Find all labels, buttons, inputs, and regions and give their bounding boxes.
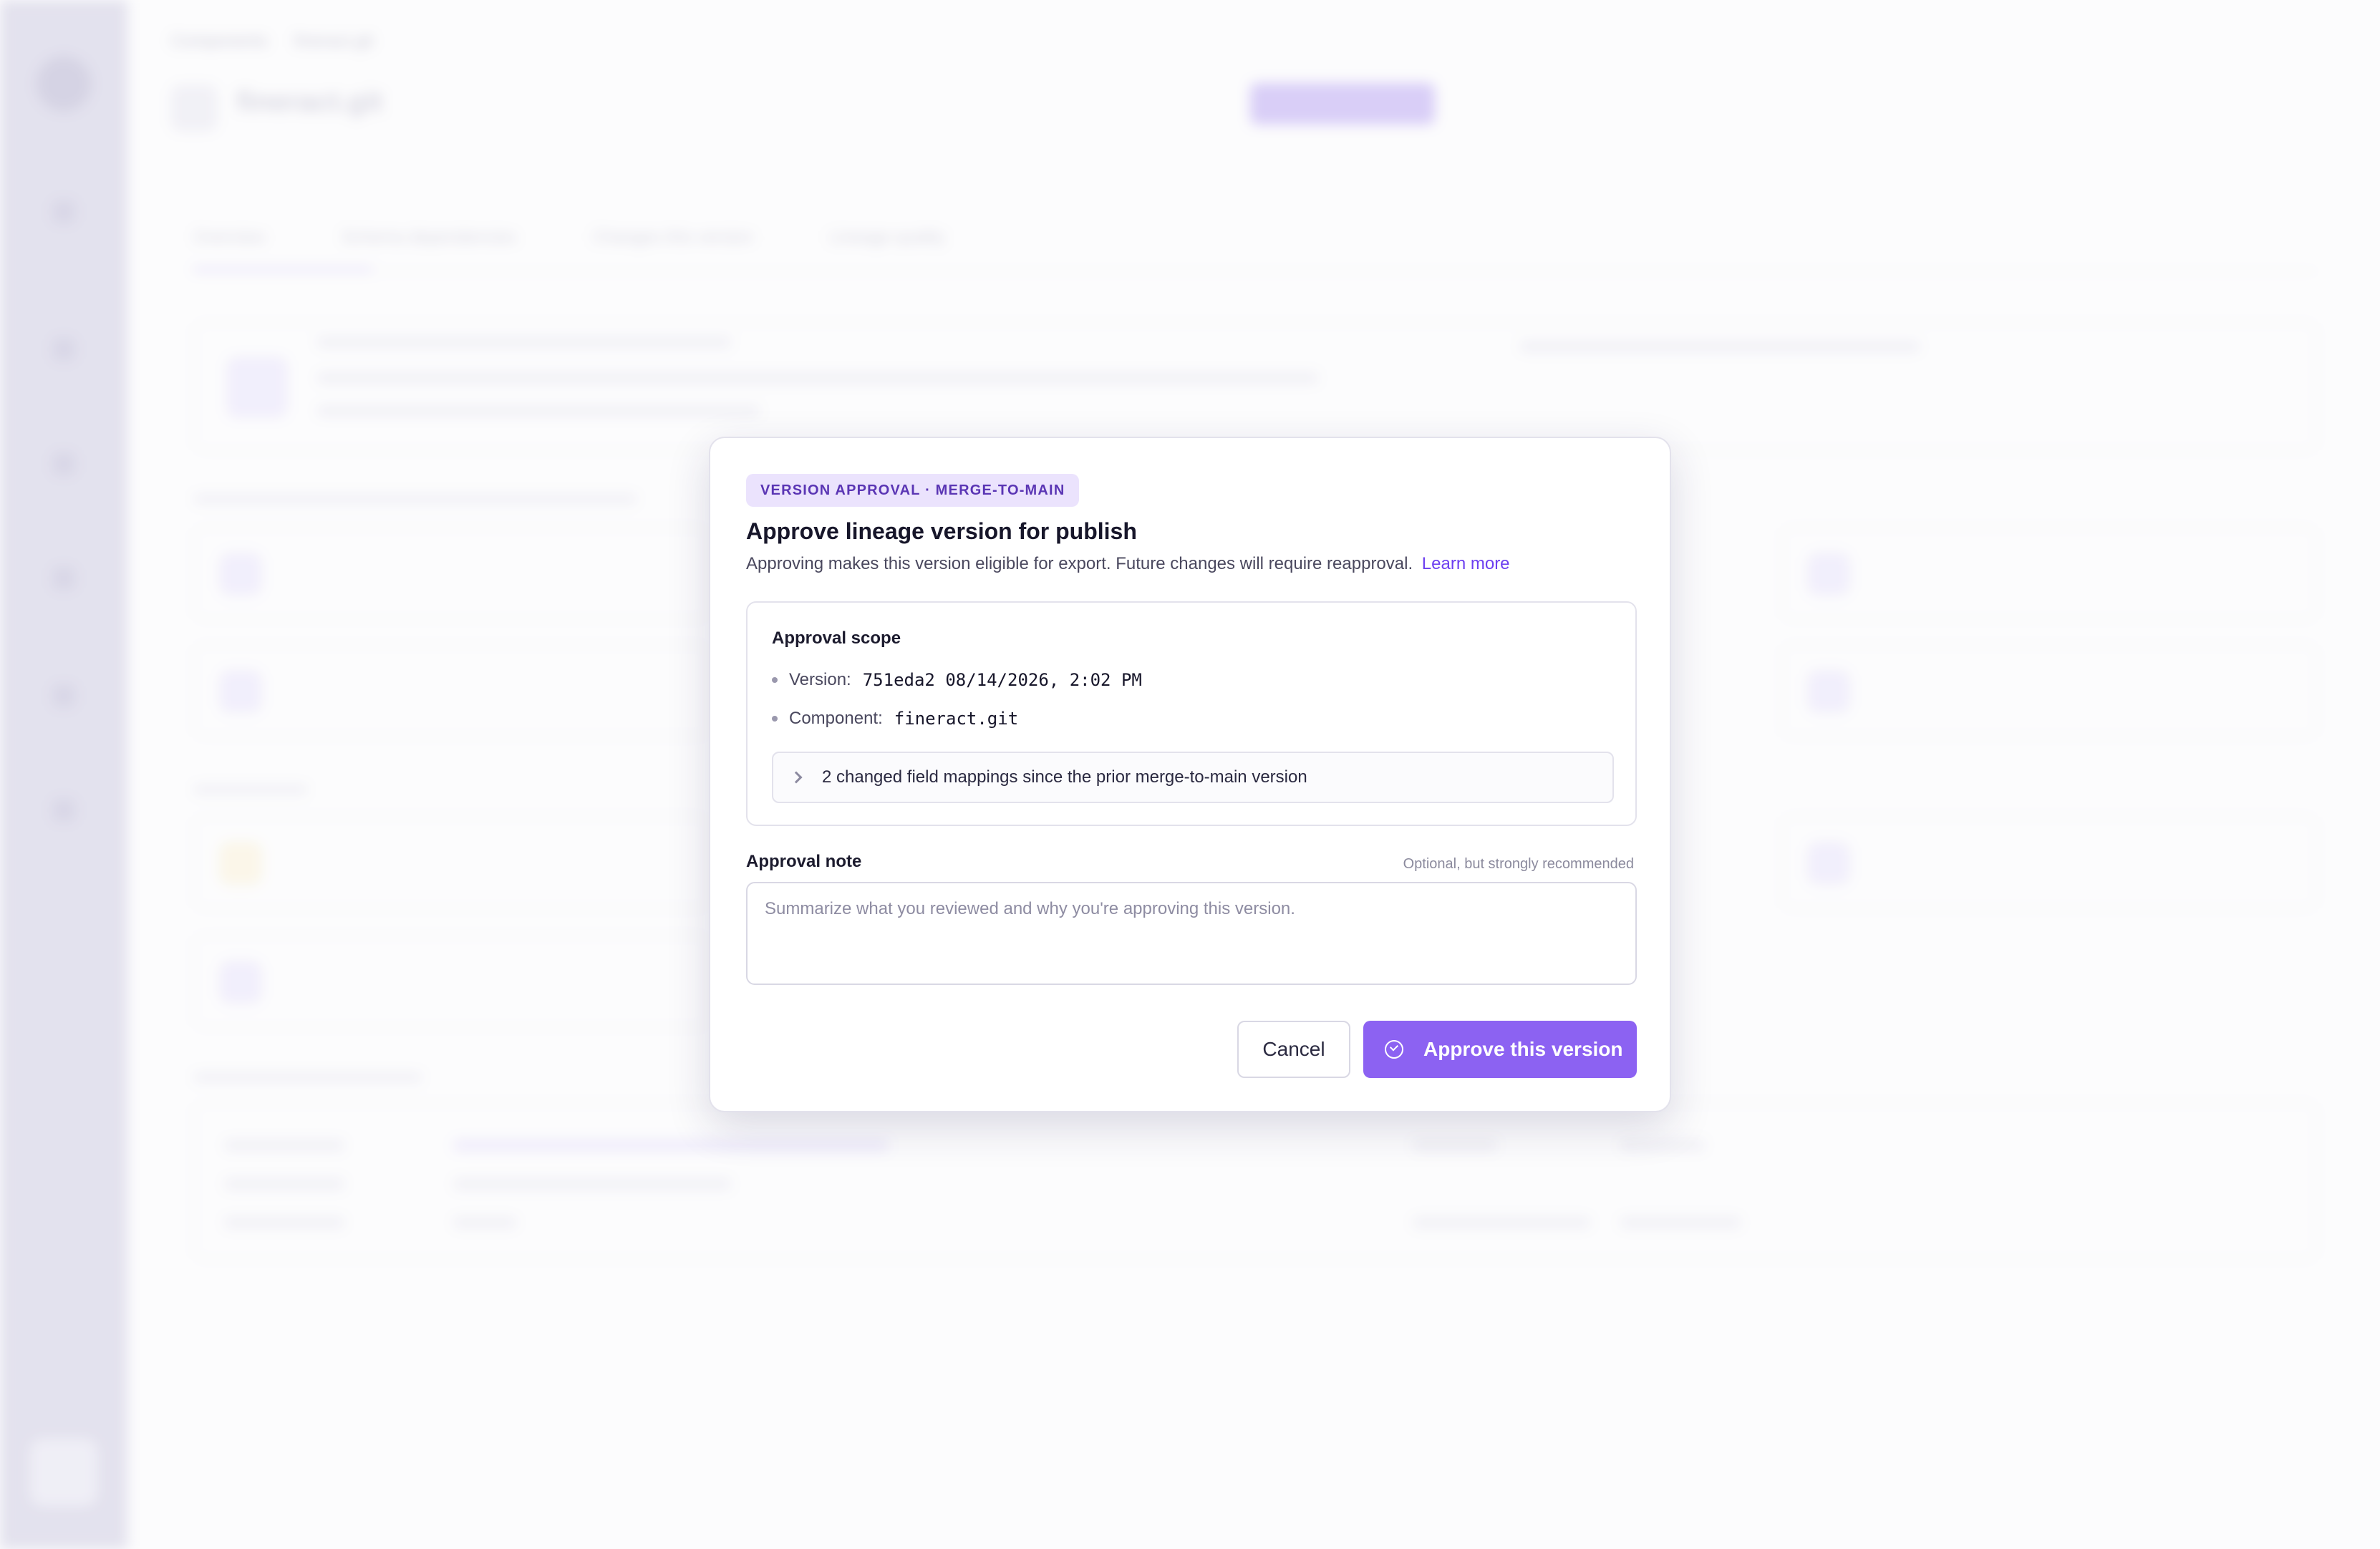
approval-note-label: Approval note bbox=[746, 852, 862, 871]
dialog-subtitle: Approving makes this version eligible fo… bbox=[746, 554, 1510, 574]
version-label: Version: bbox=[789, 670, 851, 689]
version-approval-badge: VERSION APPROVAL · MERGE-TO-MAIN bbox=[746, 474, 1080, 507]
bullet-icon bbox=[772, 677, 778, 683]
scope-component-row: Component: fineract.git bbox=[772, 709, 1018, 729]
component-value: fineract.git bbox=[894, 709, 1019, 729]
bullet-icon bbox=[772, 716, 778, 722]
approval-dialog: VERSION APPROVAL · MERGE-TO-MAIN Approve… bbox=[709, 437, 1671, 1112]
dialog-description: Approving makes this version eligible fo… bbox=[746, 554, 1413, 573]
approval-note-hint: Optional, but strongly recommended bbox=[1403, 856, 1634, 872]
approval-note-input[interactable] bbox=[746, 882, 1637, 985]
approval-scope-title: Approval scope bbox=[772, 628, 901, 648]
version-value: 751eda2 08/14/2026, 2:02 PM bbox=[862, 670, 1142, 690]
learn-more-link[interactable]: Learn more bbox=[1422, 554, 1510, 573]
approve-version-button[interactable]: Approve this version bbox=[1363, 1021, 1637, 1078]
scope-version-row: Version: 751eda2 08/14/2026, 2:02 PM bbox=[772, 670, 1142, 690]
approve-button-label: Approve this version bbox=[1423, 1038, 1623, 1060]
dialog-title: Approve lineage version for publish bbox=[746, 518, 1137, 544]
cancel-button[interactable]: Cancel bbox=[1237, 1021, 1350, 1078]
changed-mappings-text: 2 changed field mappings since the prior… bbox=[822, 767, 1307, 787]
approval-scope-panel: Approval scope Version: 751eda2 08/14/20… bbox=[746, 601, 1637, 826]
check-circle-icon bbox=[1385, 1040, 1403, 1059]
component-label: Component: bbox=[789, 709, 883, 728]
chevron-right-icon bbox=[790, 771, 803, 784]
changed-mappings-disclosure[interactable]: 2 changed field mappings since the prior… bbox=[772, 752, 1614, 803]
